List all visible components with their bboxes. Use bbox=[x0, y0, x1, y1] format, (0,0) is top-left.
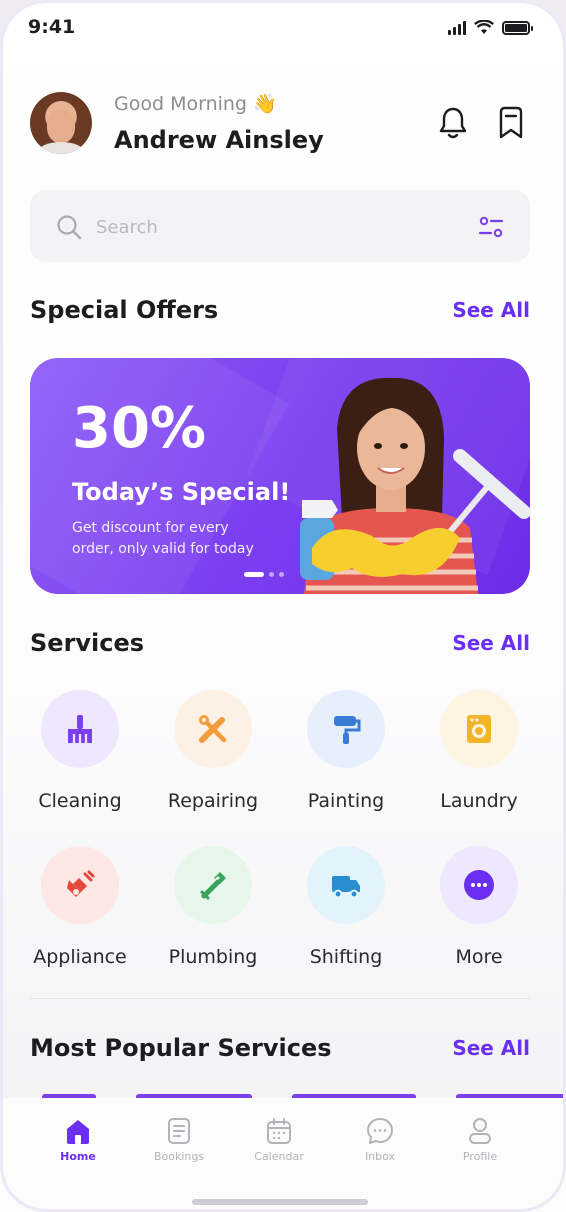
service-cleaning[interactable]: Cleaning bbox=[10, 690, 150, 812]
broom-icon bbox=[41, 690, 119, 768]
service-painting[interactable]: Painting bbox=[276, 690, 416, 812]
nav-label: Calendar bbox=[254, 1150, 304, 1163]
bottom-nav: Home Bookings Calendar Inbox Profile bbox=[0, 1098, 566, 1212]
special-offers-see-all[interactable]: See All bbox=[452, 298, 530, 322]
service-label: Painting bbox=[307, 790, 385, 812]
special-offer-banner[interactable]: 30% Today’s Special! Get discount for ev… bbox=[30, 358, 530, 594]
nav-label: Profile bbox=[462, 1150, 498, 1163]
special-offers-title: Special Offers bbox=[30, 296, 219, 324]
inbox-icon bbox=[367, 1118, 393, 1144]
bookings-icon bbox=[168, 1118, 190, 1144]
service-repairing[interactable]: Repairing bbox=[143, 690, 283, 812]
service-label: Plumbing bbox=[168, 946, 258, 968]
filter-icon[interactable] bbox=[478, 214, 504, 240]
service-label: Laundry bbox=[440, 790, 518, 812]
tools-icon bbox=[174, 690, 252, 768]
profile-icon bbox=[469, 1118, 491, 1144]
appliance-icon bbox=[41, 846, 119, 924]
popular-services-see-all[interactable]: See All bbox=[452, 1036, 530, 1060]
service-plumbing[interactable]: Plumbing bbox=[143, 846, 283, 968]
phone-screen: 9:41 Good Morning 👋 Andrew Ainsley Speci… bbox=[0, 0, 566, 1212]
nav-label: Inbox bbox=[364, 1150, 396, 1163]
services-title: Services bbox=[30, 629, 145, 657]
wifi-icon bbox=[474, 20, 494, 34]
carousel-dots[interactable] bbox=[244, 572, 284, 577]
service-label: Repairing bbox=[167, 790, 259, 812]
service-label: More bbox=[455, 946, 503, 968]
wrench-icon bbox=[174, 846, 252, 924]
battery-icon bbox=[502, 20, 533, 35]
bell-icon[interactable] bbox=[438, 106, 468, 140]
service-label: Shifting bbox=[309, 946, 383, 968]
service-shifting[interactable]: Shifting bbox=[276, 846, 416, 968]
bookmark-icon[interactable] bbox=[496, 106, 526, 140]
avatar[interactable] bbox=[30, 92, 92, 154]
cleaner-woman-image bbox=[300, 377, 530, 594]
offer-percent: 30% bbox=[72, 396, 207, 461]
signal-icon bbox=[448, 20, 466, 35]
nav-profile[interactable]: Profile bbox=[435, 1116, 525, 1163]
nav-label: Home bbox=[60, 1150, 96, 1163]
search-input[interactable] bbox=[96, 212, 436, 242]
nav-home[interactable]: Home bbox=[33, 1116, 123, 1163]
service-label: Appliance bbox=[33, 946, 127, 968]
popular-services-title: Most Popular Services bbox=[30, 1034, 332, 1062]
services-see-all[interactable]: See All bbox=[452, 631, 530, 655]
service-appliance[interactable]: Appliance bbox=[10, 846, 150, 968]
paint-roller-icon bbox=[307, 690, 385, 768]
nav-bookings[interactable]: Bookings bbox=[134, 1116, 224, 1163]
nav-calendar[interactable]: Calendar bbox=[234, 1116, 324, 1163]
more-icon bbox=[440, 846, 518, 924]
service-label: Cleaning bbox=[38, 790, 122, 812]
home-indicator[interactable] bbox=[192, 1199, 368, 1205]
offer-title: Today’s Special! bbox=[72, 478, 291, 506]
home-icon bbox=[67, 1120, 89, 1144]
offer-description: Get discount for every order, only valid… bbox=[72, 520, 254, 557]
truck-icon bbox=[307, 846, 385, 924]
status-time: 9:41 bbox=[28, 16, 76, 38]
washing-machine-icon bbox=[440, 690, 518, 768]
nav-label: Bookings bbox=[153, 1150, 205, 1163]
service-laundry[interactable]: Laundry bbox=[409, 690, 549, 812]
calendar-icon bbox=[267, 1118, 291, 1144]
section-divider bbox=[30, 998, 530, 999]
status-icons bbox=[448, 20, 533, 35]
user-name: Andrew Ainsley bbox=[114, 126, 324, 154]
search-bar bbox=[30, 190, 530, 262]
greeting-text: Good Morning 👋 bbox=[114, 93, 277, 115]
search-icon bbox=[57, 215, 82, 240]
service-more[interactable]: More bbox=[409, 846, 549, 968]
nav-inbox[interactable]: Inbox bbox=[335, 1116, 425, 1163]
